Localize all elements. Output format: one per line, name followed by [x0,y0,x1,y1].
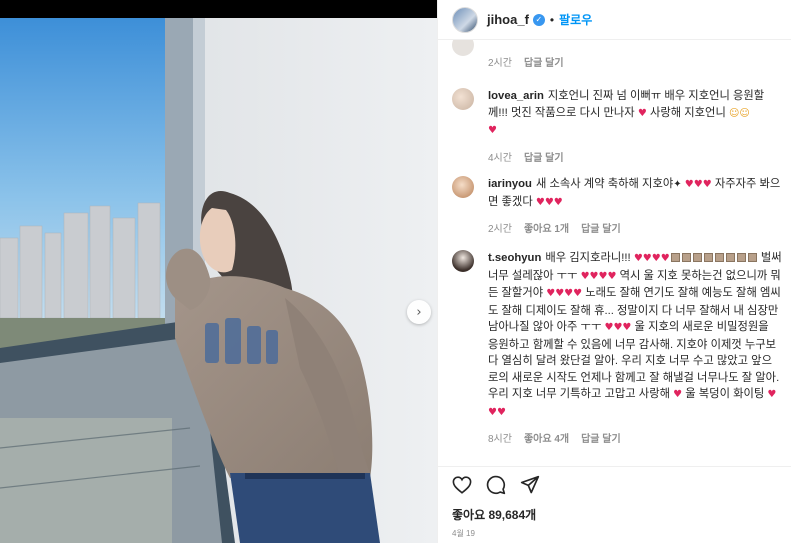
commenter-avatar[interactable] [452,88,474,110]
photo-illustration [0,18,437,543]
comment-meta: 2시간 좋아요 1개 답글 달기 [488,220,782,235]
next-image-button[interactable]: › [407,300,431,324]
paper-plane-icon[interactable] [520,475,540,495]
reply-button[interactable]: 답글 달기 [524,149,564,164]
emoji-box-icon [725,253,735,262]
header-separator: • [549,12,555,27]
chevron-right-icon: › [416,304,422,320]
comment-meta: 4시간 답글 달기 [488,149,782,164]
comment-text-part: 배우 김지호라니!!! [545,252,631,264]
party-emoji-icon: ✦ [673,179,682,190]
emoji-box-icon [747,253,757,262]
smile-emoji-icon: ☺☺ [729,107,750,119]
comment-text: t.seohyun 배우 김지호라니!!! ♥♥♥♥ 벌써 너무 설레잖아 ㅜㅜ … [488,250,782,421]
comment-time: 8시간 [488,434,512,445]
comment-meta: 2시간 답글 달기 [488,54,782,69]
heart-emoji-icon: ♥ [637,107,647,119]
reply-button[interactable]: 답글 달기 [581,220,621,235]
comment-item: 2시간 답글 달기 [452,40,782,69]
emoji-box-icon [681,253,691,262]
comment-item: lovea_arin 지호언니 진짜 넘 이뻐ㅠ 배우 지호언니 응원할께!!! … [452,88,782,164]
verified-badge-icon: ✓ [532,13,545,26]
comment-text: lovea_arin 지호언니 진짜 넘 이뻐ㅠ 배우 지호언니 응원할께!!! … [488,88,782,140]
commenter-avatar[interactable] [452,176,474,198]
comment-item: iarinyou 새 소속사 계약 축하해 지호야✦ ♥♥♥ 자주자주 봐으면 좋… [452,176,782,235]
comments-list[interactable]: 2시간 답글 달기 lovea_arin 지호언니 진짜 넘 이뻐ㅠ 배우 지호언… [438,40,791,460]
comment-username[interactable]: iarinyou [488,178,532,190]
comment-text: iarinyou 새 소속사 계약 축하해 지호야✦ ♥♥♥ 자주자주 봐으면 좋… [488,176,782,211]
comment-text-part: 사랑해 지호언니 [649,106,726,119]
post-photo[interactable]: › [0,18,437,543]
comment-item: t.seohyun 배우 김지호라니!!! ♥♥♥♥ 벌써 너무 설레잖아 ㅜㅜ … [452,250,782,445]
heart-emoji-icon: ♥ [488,125,497,136]
heart-emoji-icon: ♥♥♥♥ [546,288,583,299]
heart-emoji-icon: ♥♥♥ [535,196,563,208]
comment-text-part: 울 복덩이 화이팅 [685,388,765,400]
heart-emoji-icon: ♥♥♥♥ [580,270,617,282]
post-header: jihoa_f ✓ • 팔로우 [438,0,791,40]
emoji-box-icon [703,253,713,262]
post-date: 4월 19 [452,529,475,538]
emoji-box-icon [692,253,702,262]
heart-emoji-icon: ♥♥♥ [684,179,712,190]
reply-button[interactable]: 답글 달기 [581,430,621,445]
comment-likes[interactable]: 좋아요 1개 [524,220,569,235]
emoji-box-icon [714,253,724,262]
commenter-avatar[interactable] [452,40,474,56]
emoji-box-icon [736,253,746,262]
heart-emoji-icon: ♥♥♥ [604,322,632,333]
author-avatar[interactable] [452,6,478,33]
comment-time: 2시간 [488,58,512,69]
author-username[interactable]: jihoa_f [487,12,529,27]
comment-time: 2시간 [488,224,512,235]
comment-meta: 8시간 좋아요 4개 답글 달기 [488,430,782,445]
emoji-box-icon [670,253,680,262]
comment-likes[interactable]: 좋아요 4개 [524,430,569,445]
heart-icon[interactable] [452,475,472,494]
comment-text [488,40,782,44]
top-black-strip [0,0,437,18]
post-actions-bar [438,466,791,502]
comment-username[interactable]: t.seohyun [488,252,541,264]
post-side-panel: jihoa_f ✓ • 팔로우 2시간 답글 달기 lovea_arin 지호언니… [437,0,791,543]
follow-button[interactable]: 팔로우 [559,11,592,28]
comment-text-part: 새 소속사 계약 축하해 지호야 [535,178,674,190]
comment-icon[interactable] [486,475,506,495]
reply-button[interactable]: 답글 달기 [524,54,564,69]
comment-time: 4시간 [488,152,512,164]
commenter-avatar[interactable] [452,250,474,272]
heart-emoji-icon: ♥ [673,389,683,400]
comment-username[interactable]: lovea_arin [488,90,544,102]
heart-emoji-icon: ♥♥♥♥ [633,253,670,264]
likes-count[interactable]: 좋아요 89,684개 [452,506,536,523]
